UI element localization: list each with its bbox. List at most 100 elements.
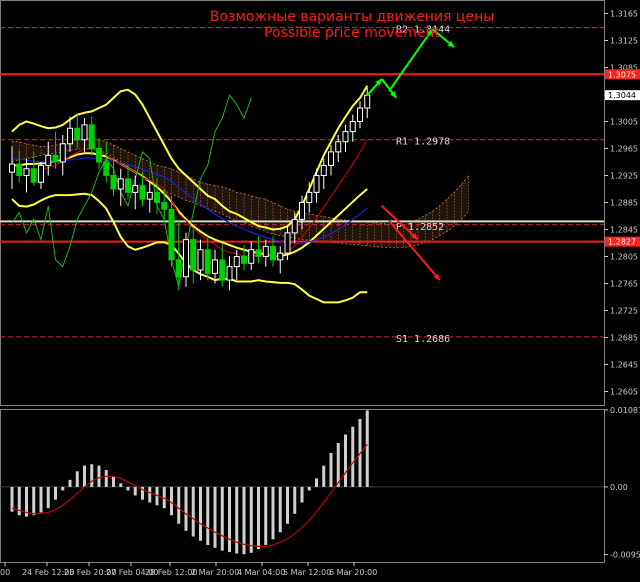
candle-body <box>103 161 110 176</box>
macd-bar <box>177 486 181 524</box>
macd-bar <box>54 486 57 500</box>
candle-body <box>117 178 124 190</box>
macd-bar <box>112 476 115 487</box>
candle-body <box>146 191 153 200</box>
macd-bar <box>329 452 333 487</box>
price-badge-label: 1.3044 <box>608 91 636 100</box>
macd-bar <box>39 486 43 513</box>
candle-body <box>233 256 240 268</box>
time-tick-label: 00 <box>0 568 10 577</box>
macd-bar <box>133 486 137 496</box>
candle-body <box>320 164 327 176</box>
macd-bar <box>46 486 50 509</box>
macd-bar <box>199 486 202 541</box>
pivot-levels: R2 1.3144R1 1.2978P 1.2852S1 1.2686 <box>0 25 604 345</box>
macd-bar <box>61 486 65 491</box>
candle-body <box>139 185 146 200</box>
time-tick-label: 28 Feb 12:00 <box>145 568 197 577</box>
price-tick-label: 1.3165 <box>610 10 638 19</box>
macd-bar <box>235 486 239 554</box>
macd-bar <box>307 486 311 491</box>
candle-body <box>277 252 284 261</box>
candle-body <box>161 202 168 210</box>
price-tick-label: 1.2685 <box>610 334 638 343</box>
price-badge-label: 1.2827 <box>608 238 636 247</box>
price-tick-label: 1.2965 <box>610 145 638 154</box>
macd-panel: 0.01087 0.00 -0.00955 <box>0 406 640 560</box>
macd-bar <box>286 486 289 524</box>
macd-bar <box>83 465 86 487</box>
candle-body <box>30 168 37 183</box>
candle-body <box>110 175 117 190</box>
candle-body <box>96 148 102 163</box>
candle-body <box>219 259 226 281</box>
macd-tick-label: -0.00955 <box>610 551 640 560</box>
macd-bar <box>249 486 253 553</box>
macd-bar <box>104 469 108 487</box>
candle-body <box>74 127 81 141</box>
candle-body <box>16 163 23 176</box>
candle-body <box>204 249 211 274</box>
macd-bar <box>300 486 304 503</box>
candle-body <box>313 175 320 193</box>
chart-title: Возможные варианты движения цены <box>210 9 495 25</box>
candle-body <box>248 249 255 264</box>
macd-bar <box>351 426 355 487</box>
candle-body <box>59 143 66 163</box>
level-label: S1 1.2686 <box>396 334 450 345</box>
macd-bar <box>90 464 94 487</box>
candle-body <box>328 151 334 166</box>
candle-body <box>190 239 197 271</box>
macd-bar <box>344 434 347 487</box>
chart-subtitle: Possible price movement <box>264 25 440 41</box>
candle-body <box>45 154 52 166</box>
candle-body <box>88 124 95 149</box>
price-tick-label: 1.2645 <box>610 361 638 370</box>
candle-body <box>255 249 262 257</box>
candle-body <box>23 168 30 176</box>
macd-bar <box>213 486 217 548</box>
level-label: P 1.2852 <box>396 222 444 233</box>
macd-bar <box>315 478 318 487</box>
price-tick-label: 1.2925 <box>610 172 638 181</box>
candle-body <box>175 259 182 278</box>
time-tick-label: 2 Mar 20:00 <box>191 568 239 577</box>
price-axis: 1.31651.31251.30851.30441.30051.29651.29… <box>604 10 640 397</box>
macd-tick-label: 0.01087 <box>610 406 640 415</box>
candle-body <box>262 245 269 257</box>
price-tick-label: 1.2765 <box>610 280 638 289</box>
macd-bar <box>170 486 173 516</box>
candle-body <box>299 202 305 220</box>
candle-body <box>183 239 189 278</box>
macd-bar <box>322 465 326 487</box>
macd-bar <box>32 486 36 516</box>
candle-body <box>364 94 371 109</box>
candle-body <box>132 185 139 193</box>
candle-body <box>9 163 15 173</box>
candle-body <box>168 208 175 261</box>
candle-body <box>291 218 298 234</box>
candle-body <box>306 191 313 203</box>
macd-bar <box>191 486 195 537</box>
candle-body <box>81 124 88 141</box>
macd-bar <box>126 486 130 491</box>
candle-body <box>349 121 356 133</box>
macd-bar <box>278 486 282 533</box>
price-tick-label: 1.2805 <box>610 253 638 262</box>
candle-body <box>52 154 59 163</box>
forex-chart: R2 1.3144R1 1.2978P 1.2852S1 1.2686 1.31… <box>0 0 640 577</box>
macd-bar <box>184 486 188 531</box>
time-tick-label: 4 Mar 04:00 <box>237 568 285 577</box>
price-tick-label: 1.2605 <box>610 388 638 397</box>
macd-bar <box>271 486 275 540</box>
candle-body <box>270 245 276 261</box>
price-tick-label: 1.3125 <box>610 37 638 46</box>
candle-body <box>67 127 73 145</box>
macd-bar <box>293 486 297 514</box>
candle-body <box>154 191 160 203</box>
macd-bar <box>257 486 260 550</box>
time-axis: 00 24 Feb 12:0025 Feb 20:0027 Feb 04:0028… <box>0 562 377 577</box>
candle-body <box>241 256 247 264</box>
macd-bar <box>264 486 268 545</box>
candle-body <box>357 107 363 122</box>
